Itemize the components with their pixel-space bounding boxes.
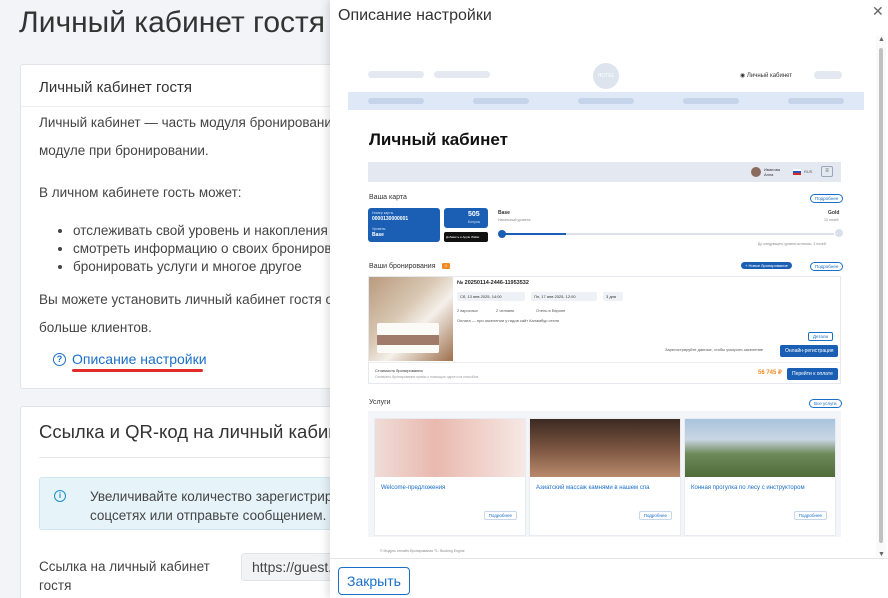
guests-info: 2 человек: [496, 308, 515, 313]
info-icon: i: [54, 490, 66, 502]
hotel-logo: HOTEL: [593, 63, 619, 89]
install-text-2: больше клиентов.: [39, 320, 152, 335]
bookings-badge: 1: [442, 263, 450, 269]
nav-placeholder: [578, 98, 634, 104]
modal-footer: Закрыть: [330, 558, 888, 598]
scroll-up-icon[interactable]: ▲: [878, 36, 885, 43]
features-list: отслеживать свой уровень и накопления в …: [73, 222, 339, 276]
info-text: Увеличивайте количество зарегистрирова с…: [90, 489, 355, 523]
install-text: Вы можете установить личный кабинет гост…: [39, 292, 339, 307]
level-from: Base: [498, 210, 510, 216]
lock-icon: [835, 229, 843, 237]
checkout-date: Пн, 17 янв 2025, 12:00: [531, 292, 597, 301]
nav-placeholder: [434, 71, 490, 78]
user-name: Иванова Анна: [764, 167, 780, 177]
nights-count: 3 дня: [603, 292, 623, 301]
preview-image: HOTEL ◉ Личный кабинет Личный кабинет Ив…: [338, 36, 876, 558]
level-hint: До следующего уровня осталось: 3 ночей: [758, 242, 826, 246]
level-to-sub: 10 ночей: [824, 218, 839, 222]
guest-account-card: Личный кабинет гостя Личный кабинет — ча…: [20, 64, 360, 389]
level-to: Gold: [828, 210, 840, 216]
service-card: Азиатский массаж камнями в нашем спа Под…: [529, 418, 681, 536]
payment-info: Оплата — при заселении у гидов сайт Кала…: [457, 318, 560, 323]
checkin-date: Сб, 13 янв 2025, 14:00: [457, 292, 525, 301]
list-item: смотреть информацию о своих бронирова: [73, 240, 339, 258]
all-services-button: Все услуги: [809, 399, 842, 408]
card-details-button: Подробнее: [810, 194, 844, 203]
list-item: бронировать услуги и многое другое: [73, 258, 339, 276]
service-image: [685, 419, 835, 477]
nav-placeholder: [368, 98, 424, 104]
loyalty-card: Номер карты 0000130000001 Уровень Base: [368, 208, 440, 242]
progress-dot: [498, 230, 506, 238]
pay-button: Перейти к оплате: [787, 368, 838, 380]
online-checkin-button: Онлайн-регистрация: [780, 345, 839, 357]
account-link: ◉ Личный кабинет: [740, 73, 793, 79]
nav-placeholder: [683, 98, 739, 104]
card-section-title: Ваша карта: [369, 194, 407, 201]
divider: [368, 362, 841, 363]
card-title: Ссылка и QR-код на личный кабин: [39, 421, 339, 442]
room-photo: [369, 277, 453, 361]
service-card: Welcome-предложения Подробнее: [374, 418, 526, 536]
avatar: [751, 167, 761, 177]
settings-modal: Описание настройки ✕ HOTEL ◉ Личный каби…: [330, 0, 888, 598]
level-progress-fill: [501, 233, 566, 235]
lang-label: RUS: [804, 169, 813, 174]
service-card: Конная прогулка по лесу с инструктором П…: [684, 418, 836, 536]
link-qr-card: Ссылка и QR-код на личный кабин i Увелич…: [20, 406, 371, 598]
close-icon[interactable]: ✕: [872, 3, 884, 20]
booking-number: № 20250114-2446-11953532: [457, 280, 529, 286]
list-item: отслеживать свой уровень и накопления в: [73, 222, 339, 240]
help-link-label[interactable]: Описание настройки: [72, 351, 207, 367]
new-booking-button: + Новое бронирование: [741, 262, 792, 269]
scroll-down-icon[interactable]: ▼: [878, 551, 885, 558]
divider: [39, 457, 349, 458]
bonus-card: 505 Бонусы: [444, 208, 488, 228]
service-image: [530, 419, 680, 477]
help-link[interactable]: ? Описание настройки: [53, 351, 207, 367]
nav-placeholder: [473, 98, 529, 104]
flag-icon: [793, 169, 801, 175]
wallet-badge: Добавить в Apple Wallet: [444, 232, 488, 242]
info-box: i Увеличивайте количество зарегистрирова…: [39, 477, 359, 530]
intro-text-2: модуле при бронировании.: [39, 143, 209, 158]
link-label: Ссылка на личный кабинет гостя: [39, 559, 210, 593]
question-icon: ?: [53, 352, 66, 366]
close-button[interactable]: Закрыть: [338, 567, 410, 595]
bookings-details-button: Подробнее: [810, 262, 844, 271]
card-title: Личный кабинет гостя: [21, 65, 359, 107]
menu-icon: ≡: [821, 166, 833, 177]
services-section-title: Услуги: [369, 399, 391, 406]
cost-value: 56 745 ₽: [758, 370, 782, 376]
bookings-section-title: Ваши бронирования: [369, 263, 436, 270]
checkin-hint: Зарегистрируйте данные, чтобы ускорить з…: [665, 347, 764, 352]
nav-placeholder: [368, 71, 424, 78]
room-info: 2 взрослых: [457, 308, 478, 313]
preview-heading: Личный кабинет: [369, 130, 508, 149]
cost-label: Стоимость бронирования: [375, 368, 423, 373]
scrollbar[interactable]: ▲ ▼: [876, 36, 886, 558]
features-heading: В личном кабинете гость может:: [39, 185, 242, 200]
scroll-thumb[interactable]: [879, 48, 883, 543]
page-title: Личный кабинет гостя: [19, 6, 325, 39]
level-from-sub: Начальный уровень: [498, 218, 531, 222]
intro-text: Личный кабинет — часть модуля бронирован…: [39, 115, 340, 130]
cost-sub: Оплачено бронирование прямо с помощью од…: [375, 375, 479, 379]
nav-placeholder: [788, 98, 844, 104]
modal-title: Описание настройки: [338, 7, 492, 24]
preview-footer-note: © Модуль онлайн-бронирования TL: Booking…: [380, 549, 465, 553]
details-button: Детали: [808, 332, 834, 341]
highlight-underline: [72, 369, 203, 372]
nav-placeholder: [814, 71, 842, 79]
service-image: [375, 419, 525, 477]
meal-info: Отель в Европе: [536, 308, 566, 313]
